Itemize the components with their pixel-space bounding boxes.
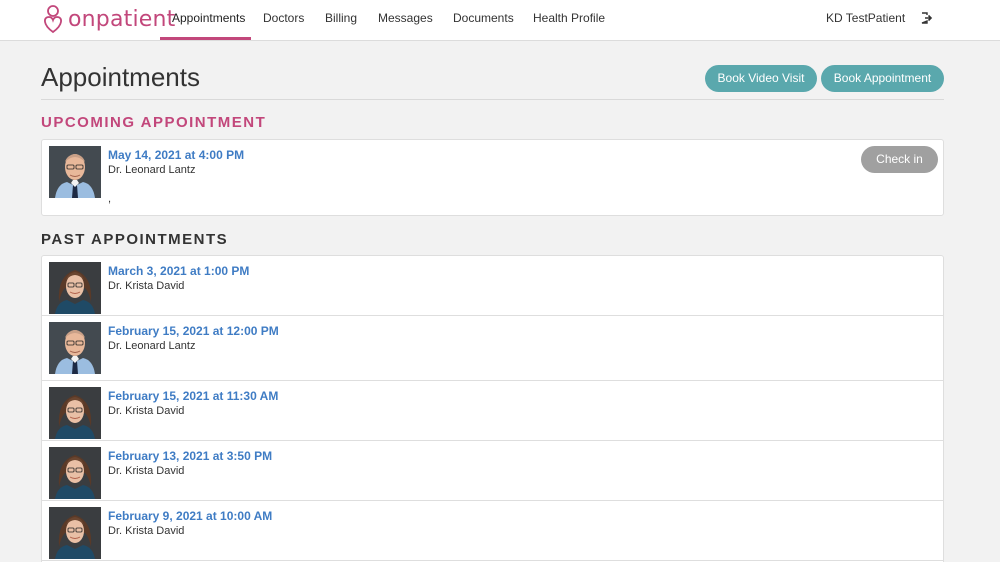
doctor-name: Dr. Krista David xyxy=(108,405,185,417)
appointment-date-link[interactable]: February 15, 2021 at 12:00 PM xyxy=(108,324,279,338)
appointment-location: , xyxy=(108,193,112,205)
doctor-name: Dr. Krista David xyxy=(108,280,185,292)
appointment-date-link[interactable]: February 13, 2021 at 3:50 PM xyxy=(108,449,272,463)
doctor-name: Dr. Krista David xyxy=(108,525,185,537)
appointment-date-link[interactable]: February 9, 2021 at 10:00 AM xyxy=(108,509,272,523)
appointment-date-link[interactable]: February 15, 2021 at 11:30 AM xyxy=(108,389,278,403)
doctor-avatar xyxy=(49,262,101,314)
appointment-date-link[interactable]: May 14, 2021 at 4:00 PM xyxy=(108,148,244,162)
doctor-avatar xyxy=(49,322,101,374)
doctor-name: Dr. Krista David xyxy=(108,465,185,477)
doctor-avatar xyxy=(49,146,101,198)
list-item[interactable]: February 9, 2021 at 10:00 AM Dr. Krista … xyxy=(42,501,943,561)
nav-doctors[interactable]: Doctors xyxy=(263,0,304,40)
past-appointments-list: March 3, 2021 at 1:00 PM Dr. Krista Davi… xyxy=(41,255,944,562)
user-menu[interactable]: KD TestPatient xyxy=(826,0,905,36)
brand-name: onpatient xyxy=(68,6,176,32)
header-divider xyxy=(41,99,944,100)
sign-out-icon[interactable] xyxy=(921,12,933,24)
list-item[interactable]: March 3, 2021 at 1:00 PM Dr. Krista Davi… xyxy=(42,256,943,316)
active-tab-indicator xyxy=(160,37,251,40)
book-appointment-button[interactable]: Book Appointment xyxy=(821,65,944,92)
doctor-avatar xyxy=(49,507,101,559)
top-nav: onpatient Appointments Doctors Billing M… xyxy=(0,0,1000,41)
nav-billing[interactable]: Billing xyxy=(325,0,357,40)
upcoming-appointment-card[interactable]: May 14, 2021 at 4:00 PM Dr. Leonard Lant… xyxy=(41,139,944,216)
past-heading: Past Appointments xyxy=(41,231,229,248)
doctor-avatar xyxy=(49,447,101,499)
nav-appointments[interactable]: Appointments xyxy=(172,0,245,40)
list-item[interactable]: February 15, 2021 at 12:00 PM Dr. Leonar… xyxy=(42,316,943,381)
page-title: Appointments xyxy=(41,62,200,92)
brand-logo[interactable]: onpatient xyxy=(40,3,176,35)
doctor-name: Dr. Leonard Lantz xyxy=(108,164,196,176)
appointment-date-link[interactable]: March 3, 2021 at 1:00 PM xyxy=(108,264,249,278)
onpatient-logo-icon xyxy=(44,5,62,34)
check-in-button[interactable]: Check in xyxy=(861,146,938,173)
doctor-avatar xyxy=(49,387,101,439)
doctor-name: Dr. Leonard Lantz xyxy=(108,340,196,352)
nav-documents[interactable]: Documents xyxy=(453,0,514,40)
list-item[interactable]: February 13, 2021 at 3:50 PM Dr. Krista … xyxy=(42,441,943,501)
book-video-visit-button[interactable]: Book Video Visit xyxy=(705,65,817,92)
nav-health-profile[interactable]: Health Profile xyxy=(533,0,605,40)
nav-messages[interactable]: Messages xyxy=(378,0,433,40)
list-item[interactable]: February 15, 2021 at 11:30 AM Dr. Krista… xyxy=(42,381,943,441)
upcoming-heading: Upcoming Appointment xyxy=(41,114,267,131)
